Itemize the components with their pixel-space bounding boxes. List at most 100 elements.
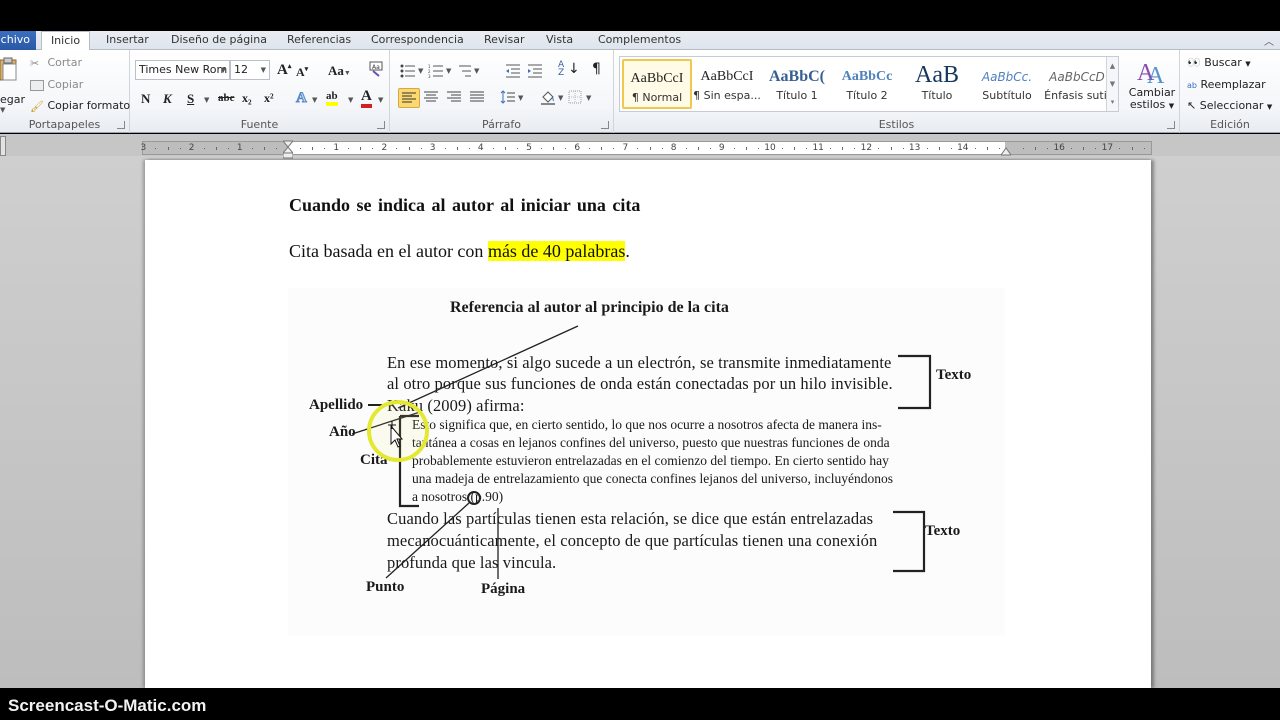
- ruler-toggle-button[interactable]: [0, 136, 6, 156]
- change-styles-button[interactable]: AA Cambiar estilos ▼: [1128, 56, 1176, 112]
- right-indent-marker-icon[interactable]: [1001, 138, 1011, 160]
- underline-dropdown-icon[interactable]: ▼: [204, 96, 209, 104]
- ruler-number: 14: [957, 143, 969, 153]
- tab-addins[interactable]: Complementos: [592, 31, 687, 50]
- document-page[interactable]: Cuando se indica al autor al iniciar una…: [145, 160, 1151, 688]
- ruler-dot: [444, 148, 446, 149]
- ruler-tick: [938, 147, 940, 150]
- font-color-dropdown-icon[interactable]: ▼: [378, 96, 383, 104]
- font-size-dropdown-icon[interactable]: ▼: [261, 61, 266, 79]
- grow-font-button[interactable]: A▴: [277, 62, 291, 79]
- subscript-button[interactable]: x₂: [242, 91, 252, 106]
- borders-button[interactable]: [568, 90, 584, 104]
- text-effects-button[interactable]: A: [296, 90, 308, 107]
- font-launcher-icon[interactable]: [377, 121, 385, 129]
- styles-group-label: Estilos: [878, 118, 915, 131]
- change-case-button[interactable]: Aa▼: [328, 63, 351, 79]
- find-button[interactable]: 👀 Buscar ▼: [1187, 56, 1251, 69]
- select-button[interactable]: ↖ Seleccionar ▼: [1187, 99, 1272, 112]
- format-painter-label: Copiar formato: [47, 99, 131, 112]
- tab-home[interactable]: Inicio: [41, 31, 90, 51]
- style-sample: AaBbCcD: [1049, 70, 1105, 84]
- style-heading-1[interactable]: AaBbC( Título 1: [762, 59, 832, 109]
- ruler-number: 5: [526, 143, 532, 153]
- replace-button[interactable]: ab Reemplazar: [1187, 78, 1266, 91]
- shading-dropdown-icon[interactable]: ▼: [558, 94, 563, 102]
- clipboard-launcher-icon[interactable]: [117, 121, 125, 129]
- superscript-button[interactable]: x²: [264, 91, 274, 106]
- italic-button[interactable]: K: [163, 91, 172, 107]
- highlight-button[interactable]: ab: [326, 90, 338, 106]
- bullets-button[interactable]: [400, 64, 416, 78]
- style-sample: AaBbCc: [841, 69, 893, 84]
- align-right-button[interactable]: [446, 90, 462, 104]
- tab-mailings[interactable]: Correspondencia: [365, 31, 470, 50]
- indent-marker-icon[interactable]: [283, 138, 293, 160]
- tab-review[interactable]: Revisar: [478, 31, 530, 50]
- increase-indent-button[interactable]: [527, 64, 543, 78]
- decrease-indent-button[interactable]: [505, 64, 521, 78]
- tab-page-layout[interactable]: Diseño de página: [165, 31, 273, 50]
- minimize-ribbon-icon[interactable]: ︿: [1264, 33, 1274, 48]
- highlight-dropdown-icon[interactable]: ▼: [348, 96, 353, 104]
- find-dropdown-icon[interactable]: ▼: [1245, 60, 1250, 68]
- select-dropdown-icon[interactable]: ▼: [1267, 103, 1272, 111]
- multilevel-dropdown-icon[interactable]: ▼: [474, 67, 479, 75]
- change-styles-dropdown-icon[interactable]: ▼: [1169, 102, 1174, 110]
- shading-button[interactable]: [540, 89, 556, 105]
- styles-scroll-up-icon[interactable]: ▲: [1107, 57, 1118, 75]
- align-left-button[interactable]: [398, 88, 420, 108]
- paste-dropdown-icon[interactable]: ▼: [0, 106, 22, 114]
- copy-button[interactable]: Copiar: [30, 78, 83, 91]
- styles-launcher-icon[interactable]: [1167, 121, 1175, 129]
- font-name-dropdown-icon[interactable]: ▼: [221, 61, 226, 79]
- show-marks-button[interactable]: ¶: [592, 61, 601, 77]
- font-color-button[interactable]: A: [361, 89, 372, 108]
- style-name: Énfasis sutil: [1044, 89, 1110, 102]
- numbering-dropdown-icon[interactable]: ▼: [446, 67, 451, 75]
- ruler-tick: [1035, 147, 1037, 150]
- sort-button[interactable]: AZ: [558, 61, 564, 78]
- style-subtitle[interactable]: AaBbCc. Subtítulo: [972, 59, 1042, 109]
- style-normal[interactable]: AaBbCcI ¶ Normal: [622, 59, 692, 109]
- tab-insert[interactable]: Insertar: [100, 31, 155, 50]
- clear-format-button[interactable]: Aa: [368, 61, 384, 77]
- line-spacing-dropdown-icon[interactable]: ▼: [518, 94, 523, 102]
- shrink-font-button[interactable]: A▾: [296, 65, 308, 80]
- text-effects-dropdown-icon[interactable]: ▼: [312, 96, 317, 104]
- scissors-icon: ✂: [30, 56, 40, 70]
- align-center-button[interactable]: [423, 90, 439, 104]
- ruler-dot: [372, 148, 374, 149]
- underline-button[interactable]: S: [187, 91, 194, 107]
- ruler-dot: [396, 148, 398, 149]
- font-size-combo[interactable]: 12 ▼: [230, 60, 270, 80]
- style-heading-2[interactable]: AaBbCc Título 2: [832, 59, 902, 109]
- line-spacing-button[interactable]: [500, 90, 516, 104]
- tab-file[interactable]: chivo: [0, 31, 36, 50]
- style-subtle-emphasis[interactable]: AaBbCcD Énfasis sutil: [1042, 59, 1112, 109]
- font-name-value: Times New Rom: [139, 63, 228, 76]
- paragraph-launcher-icon[interactable]: [601, 121, 609, 129]
- paste-button[interactable]: egar ▼: [0, 56, 25, 114]
- styles-more-icon[interactable]: ▾: [1107, 93, 1118, 111]
- format-painter-button[interactable]: 🖌 Copiar formato: [30, 99, 130, 113]
- styles-scroll-down-icon[interactable]: ▼: [1107, 75, 1118, 93]
- strikethrough-button[interactable]: abc: [218, 92, 235, 104]
- styles-scroll[interactable]: ▲ ▼ ▾: [1106, 57, 1118, 111]
- bold-button[interactable]: N: [141, 91, 150, 107]
- tab-references[interactable]: Referencias: [281, 31, 357, 50]
- citation-diagram-image[interactable]: Referencia al autor al principio de la c…: [288, 288, 1005, 636]
- clear-format-icon: Aa: [369, 61, 383, 77]
- borders-dropdown-icon[interactable]: ▼: [586, 94, 591, 102]
- cut-button[interactable]: ✂ Cortar: [30, 56, 82, 70]
- style-title[interactable]: AaB Título: [902, 59, 972, 109]
- font-name-combo[interactable]: Times New Rom ▼: [135, 60, 230, 80]
- style-no-spacing[interactable]: AaBbCcI ¶ Sin espa...: [692, 59, 762, 109]
- tab-view[interactable]: Vista: [540, 31, 579, 50]
- multilevel-list-button[interactable]: [456, 64, 472, 78]
- texto-bottom-bracket: [893, 510, 926, 573]
- bullets-dropdown-icon[interactable]: ▼: [418, 67, 423, 75]
- ruler-number: 8: [670, 143, 677, 153]
- justify-button[interactable]: [469, 90, 485, 104]
- numbering-button[interactable]: 123: [428, 64, 444, 79]
